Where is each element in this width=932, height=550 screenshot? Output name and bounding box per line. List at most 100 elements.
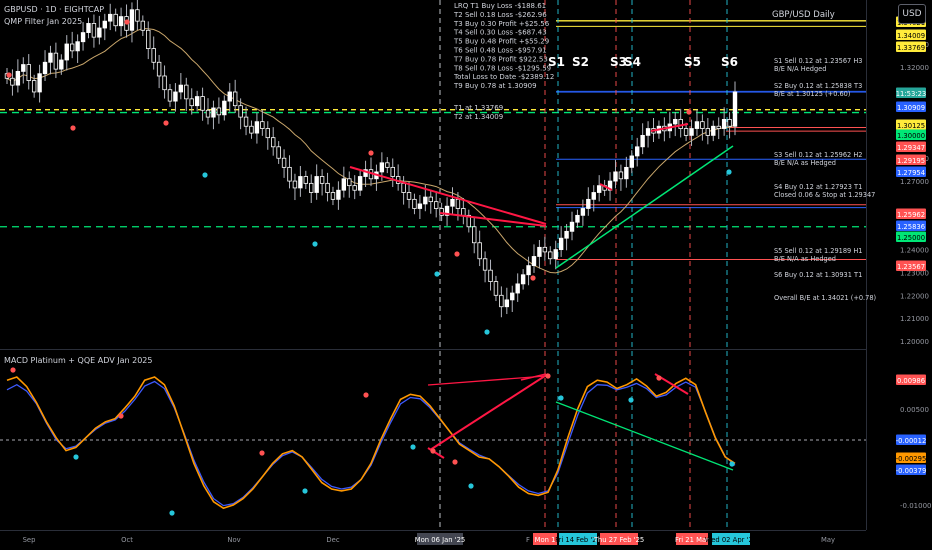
- price-tag-label: 1.23567: [897, 263, 925, 271]
- trade-log-line: T2 at 1.34009: [453, 113, 503, 121]
- candle-body: [673, 118, 678, 125]
- candle-body: [379, 162, 385, 173]
- right-note-line: S4 Buy 0.12 at 1.27923 T1: [774, 183, 862, 191]
- right-note-line: B/E N/A Hedged: [774, 65, 826, 73]
- candle-body: [222, 100, 227, 116]
- candle-body: [211, 107, 216, 118]
- right-note-line: B/E N/A as Hedged: [774, 159, 836, 167]
- signal-dot: [124, 19, 130, 25]
- candle-body: [97, 27, 102, 38]
- trade-log-line: T1 at 1.33769: [453, 104, 503, 112]
- candle-body: [482, 258, 488, 271]
- price-tag-label: 1.27954: [897, 169, 925, 177]
- price-tag-label: 1.30125: [897, 122, 925, 130]
- candle-body: [319, 176, 325, 184]
- candle-body: [591, 192, 596, 200]
- candle-body: [428, 196, 433, 203]
- candle-body: [586, 198, 591, 209]
- macd-dot: [169, 510, 175, 516]
- candle-body: [700, 121, 705, 129]
- macd-tag-label: -0.00012: [896, 437, 927, 445]
- candle-body: [10, 77, 15, 86]
- candle-body: [276, 146, 281, 159]
- candle-body: [113, 13, 118, 27]
- candle-body: [42, 61, 48, 75]
- time-label: Thu 27 Feb '25: [593, 536, 644, 544]
- candle-body: [580, 208, 586, 216]
- candle-body: [238, 105, 243, 118]
- price-tag-label: 1.34009: [897, 32, 925, 40]
- candle-body: [271, 137, 276, 148]
- candle-body: [423, 196, 428, 205]
- candle-body: [472, 226, 477, 244]
- currency-button[interactable]: USD: [898, 4, 926, 24]
- candle-body: [265, 128, 270, 139]
- chart-title: GBP/USD Daily: [772, 10, 835, 20]
- candle-body: [194, 96, 200, 107]
- bottom-indicator-name: MACD Platinum + QQE ADV Jan 2025: [4, 356, 153, 365]
- candle-body: [624, 166, 629, 180]
- candle-body: [91, 23, 97, 38]
- candle-body: [216, 107, 222, 116]
- candle-body: [178, 84, 184, 93]
- signal-dot: [70, 125, 76, 131]
- candle-body: [526, 265, 531, 276]
- candle-body: [450, 198, 455, 207]
- candle-body: [249, 125, 254, 134]
- candle-body: [173, 91, 178, 102]
- candle-body: [227, 91, 232, 102]
- macd-dot: [259, 450, 265, 456]
- signal-dot: [368, 150, 374, 156]
- macd-dot: [558, 395, 564, 401]
- candle-body: [412, 198, 417, 209]
- price-chart[interactable]: S1S2S3S4S5S6 1.330001.320001.280001.2700…: [0, 0, 932, 550]
- candle-body: [75, 41, 80, 52]
- price-tag-label: 11:53:23: [896, 90, 927, 98]
- macd-tag-label: -0.00295: [896, 455, 927, 463]
- candle-body: [287, 166, 292, 182]
- trade-log-line: T4 Sell 0.30 Loss -$687.43: [453, 29, 547, 37]
- candle-body: [243, 116, 249, 127]
- candle-body: [477, 242, 482, 260]
- candle-body: [64, 43, 69, 61]
- candle-body: [461, 208, 466, 216]
- candle-body: [205, 109, 211, 118]
- candle-body: [531, 256, 537, 267]
- right-note-line: B/E N/A as Hedged: [774, 255, 836, 263]
- candle-body: [341, 178, 347, 191]
- candle-body: [433, 201, 439, 209]
- candle-body: [53, 52, 59, 70]
- candle-body: [455, 198, 461, 209]
- candle-body: [613, 171, 618, 182]
- macd-dot: [410, 444, 416, 450]
- candle-body: [694, 121, 700, 129]
- candle-body: [260, 121, 265, 129]
- candle-body: [336, 189, 341, 200]
- price-tag-label: 1.30909: [897, 104, 925, 112]
- candle-body: [31, 80, 37, 93]
- candle-body: [558, 237, 564, 251]
- candle-body: [678, 118, 683, 129]
- candle-body: [390, 166, 395, 177]
- candle-body: [303, 176, 309, 184]
- signal-dot: [686, 109, 692, 115]
- candle-body: [37, 73, 42, 93]
- candle-body: [189, 98, 194, 107]
- candle-body: [26, 64, 31, 81]
- price-tag-label: 1.33769: [897, 44, 925, 52]
- candle-body: [80, 32, 86, 43]
- candle-body: [504, 299, 510, 308]
- candle-body: [515, 283, 520, 294]
- signal-dot: [6, 72, 12, 78]
- candle-body: [618, 171, 624, 180]
- candle-body: [292, 180, 298, 189]
- macd-dot: [656, 375, 662, 381]
- right-note-line: S5 Sell 0.12 at 1.29189 H1: [774, 247, 863, 255]
- candle-body: [200, 96, 205, 111]
- trade-log-line: T2 Sell 0.18 Loss -$262.96: [453, 11, 547, 19]
- candle-body: [635, 146, 640, 157]
- price-tag-label: 1.25000: [897, 234, 925, 242]
- price-tick-label: 1.32000: [900, 64, 929, 72]
- candle-body: [645, 128, 651, 136]
- candle-body: [705, 128, 711, 136]
